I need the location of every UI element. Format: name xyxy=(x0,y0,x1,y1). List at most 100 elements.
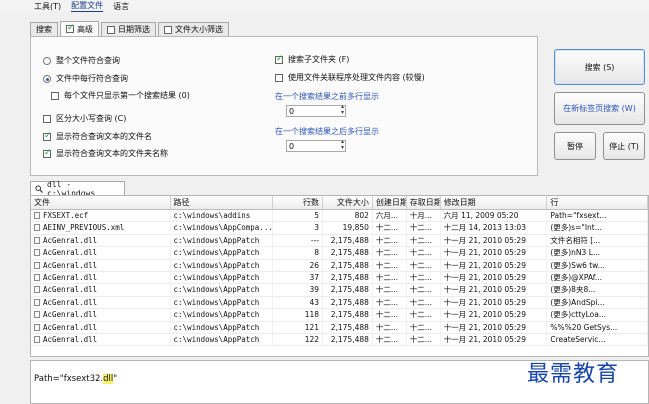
show-folder-name-checkbox[interactable] xyxy=(43,148,52,158)
cell-modified: 十一月 21, 2010 05:29 xyxy=(441,296,548,309)
watermark-logo: 最需教育 xyxy=(527,362,620,387)
whole-file-radio[interactable] xyxy=(43,56,51,65)
cell-path: c:\windows\AppPatch xyxy=(171,321,274,333)
cell-path: c:\windows\AppPatch xyxy=(171,333,274,346)
first-result-checkbox[interactable] xyxy=(51,91,59,100)
show-folder-name-option[interactable]: 显示符合查询文本的文件夹名称 xyxy=(43,148,168,159)
cell-file-label: AcGenral.dll xyxy=(43,285,98,295)
cell-size: 2,175,488 xyxy=(323,234,373,247)
lines-after-spinner[interactable]: 0 xyxy=(286,139,346,152)
cell-text: Path="fxsext... xyxy=(547,210,648,222)
cell-modified: 十一月 21, 2010 05:29 xyxy=(441,259,548,271)
case-sensitive-option[interactable]: 区分大小写查询 (C) xyxy=(43,113,126,124)
col-header-text[interactable]: 行 xyxy=(547,196,648,209)
associated-program-option[interactable]: 使用文件关联程序处理文件内容 (较慢) xyxy=(275,72,425,83)
cell-file-label: AcGenral.dll xyxy=(43,322,98,332)
table-row[interactable]: AcGenral.dll c:\windows\AppPatch 118 2,175,… xyxy=(31,309,648,322)
result-tab[interactable]: dll - c:\windows xyxy=(30,180,125,198)
col-header-accessed[interactable]: 存取日期 xyxy=(407,196,441,209)
tab-search[interactable]: 搜索 xyxy=(30,22,58,36)
file-icon xyxy=(34,298,40,306)
cell-size: 2,175,488 xyxy=(323,247,373,259)
cell-text: (更多)Sw6 tw... xyxy=(547,259,648,271)
col-header-modified[interactable]: 修改日期 xyxy=(441,196,548,209)
cell-line: 121 xyxy=(273,321,324,333)
cell-text: (更多)s="Int... xyxy=(547,222,648,234)
col-header-size[interactable]: 文件大小 xyxy=(323,196,373,209)
cell-modified: 十一月 21, 2010 05:29 xyxy=(441,333,548,346)
cell-line: 3 xyxy=(273,222,324,234)
cell-accessed: 十二... xyxy=(407,222,441,234)
menu-profile[interactable]: 配置文件 xyxy=(71,0,104,12)
subfolders-checkbox[interactable] xyxy=(275,54,284,64)
results-table-body: FXSEXT.ecf c:\windows\addins 5 802 六月... 十月..… xyxy=(31,210,648,347)
first-result-label: 每个文件只显示第一个搜索结果 (0) xyxy=(64,91,190,100)
show-folder-name-label: 显示符合查询文本的文件夹名称 xyxy=(56,149,168,158)
table-row[interactable]: AEINV_PREVIOUS.xml c:\windows\AppCompa...… xyxy=(31,222,648,235)
cell-line: 8 xyxy=(273,247,324,259)
stop-button[interactable]: 停止 (T) xyxy=(603,132,645,160)
whole-file-option[interactable]: 整个文件符合查询 xyxy=(43,55,120,66)
cell-size: 2,175,488 xyxy=(323,309,373,321)
table-row[interactable]: FXSEXT.ecf c:\windows\addins 5 802 六月... 十月..… xyxy=(31,210,648,223)
cell-size: 2,175,488 xyxy=(323,296,373,309)
tab-date-filter[interactable]: 日期筛选 xyxy=(101,22,156,36)
cell-path: c:\windows\AppPatch xyxy=(171,259,274,271)
per-line-radio[interactable] xyxy=(43,74,51,83)
size-filter-checkbox[interactable] xyxy=(164,25,172,34)
col-header-line[interactable]: 行数 xyxy=(273,196,324,209)
preview-highlight: dll xyxy=(103,374,114,384)
cell-file: AcGenral.dll xyxy=(31,271,171,284)
tab-advanced[interactable]: 高级 xyxy=(60,21,99,36)
cell-created: 十二... xyxy=(373,234,407,247)
cell-size: 2,175,488 xyxy=(323,333,373,346)
cell-file-label: AcGenral.dll xyxy=(43,310,98,320)
table-row[interactable]: AcGenral.dll c:\windows\AppPatch 122 2,175,… xyxy=(31,333,648,347)
cell-text: CreateServic... xyxy=(547,333,648,346)
cell-line: 43 xyxy=(273,296,324,309)
cell-line: 5 xyxy=(273,210,324,222)
cell-text: (更多)8夹8... xyxy=(547,284,648,296)
cell-created: 十二... xyxy=(373,309,407,321)
pause-button[interactable]: 暂停 xyxy=(554,132,596,160)
menu-tools[interactable]: 工具(T) xyxy=(34,1,61,12)
table-row[interactable]: AcGenral.dll c:\windows\AppPatch 26 2,175,4… xyxy=(31,259,648,272)
per-line-label: 文件中每行符合查询 xyxy=(56,74,128,83)
first-result-option[interactable]: 每个文件只显示第一个搜索结果 (0) xyxy=(51,90,190,101)
subfolders-label: 搜索子文件夹 (F) xyxy=(288,55,350,64)
show-file-name-checkbox[interactable] xyxy=(43,131,52,141)
date-filter-checkbox[interactable] xyxy=(107,25,115,34)
lines-before-spinner[interactable]: 0 xyxy=(286,104,346,117)
search-button[interactable]: 搜索 (S) xyxy=(554,49,645,85)
subfolders-option[interactable]: 搜索子文件夹 (F) xyxy=(275,54,349,65)
col-header-path[interactable]: 路径 xyxy=(171,196,274,209)
menu-language[interactable]: 语言 xyxy=(113,1,129,12)
associated-program-checkbox[interactable] xyxy=(275,73,283,82)
per-line-option[interactable]: 文件中每行符合查询 xyxy=(43,73,128,84)
cell-created: 十二... xyxy=(373,259,407,271)
col-header-created[interactable]: 创建日期 xyxy=(373,196,407,209)
table-row[interactable]: AcGenral.dll c:\windows\AppPatch 37 2,175,4… xyxy=(31,271,648,285)
tab-size-filter[interactable]: 文件大小筛选 xyxy=(158,22,229,36)
cell-modified: 十一月 21, 2010 05:29 xyxy=(441,271,548,284)
table-row[interactable]: AcGenral.dll c:\windows\AppPatch --- 2,175,… xyxy=(31,234,648,248)
case-sensitive-checkbox[interactable] xyxy=(43,114,51,123)
table-row[interactable]: AcGenral.dll c:\windows\AppPatch 121 2,175,… xyxy=(31,321,648,334)
cell-file: AcGenral.dll xyxy=(31,247,171,259)
lines-before-label: 在一个搜索结果之前多行显示 xyxy=(275,92,379,101)
cell-created: 十二... xyxy=(373,271,407,284)
cell-created: 十二... xyxy=(373,284,407,296)
cell-size: 2,175,488 xyxy=(323,259,373,271)
preview-prefix: Path="fxsext32. xyxy=(34,374,104,384)
table-row[interactable]: AcGenral.dll c:\windows\AppPatch 43 2,175,4… xyxy=(31,296,648,310)
col-header-file[interactable]: 文件 xyxy=(31,196,171,209)
show-file-name-option[interactable]: 显示符合查询文本的文件名 xyxy=(43,131,152,142)
table-row[interactable]: AcGenral.dll c:\windows\AppPatch 39 2,175,4… xyxy=(31,284,648,297)
file-icon xyxy=(34,212,40,219)
file-icon xyxy=(34,323,40,331)
cell-file-label: AcGenral.dll xyxy=(43,334,98,344)
new-tab-search-button[interactable]: 在新标签页搜索 (W) xyxy=(554,92,645,125)
table-row[interactable]: AcGenral.dll c:\windows\AppPatch 8 2,175,48… xyxy=(31,247,648,260)
cell-created: 十二... xyxy=(373,333,407,346)
cell-file: FXSEXT.ecf xyxy=(31,210,171,222)
